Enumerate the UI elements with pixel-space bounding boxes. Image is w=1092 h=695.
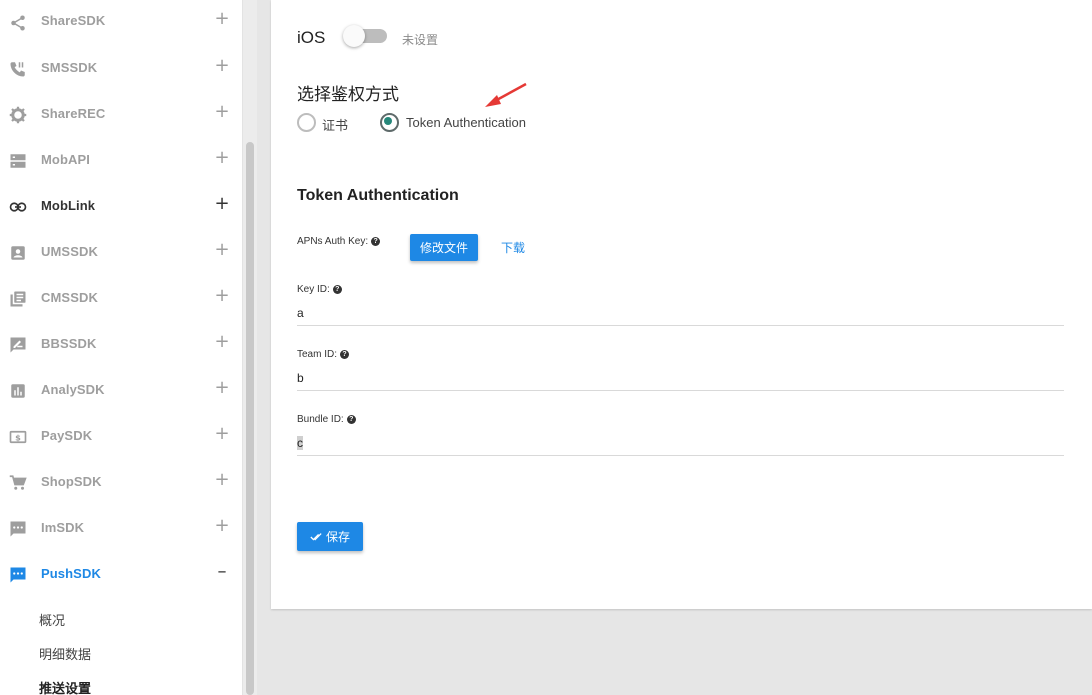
key-id-underline <box>297 325 1064 326</box>
sidebar-subitem-push-settings[interactable]: 推送设置 <box>39 678 91 695</box>
sidebar-item-label: ShareSDK <box>41 13 106 28</box>
server-icon <box>8 151 28 171</box>
sidebar-item-paysdk[interactable]: $ PaySDK + <box>0 414 242 460</box>
sidebar-item-label: ShareREC <box>41 106 106 121</box>
forum-edit-icon <box>8 335 28 355</box>
team-id-input[interactable]: b <box>297 371 304 385</box>
save-button-label: 保存 <box>325 530 350 544</box>
radio-certificate[interactable] <box>297 113 316 132</box>
expand-icon[interactable]: + <box>214 471 230 489</box>
save-button[interactable]: 保存 <box>297 522 363 551</box>
share-icon <box>8 13 28 33</box>
help-icon[interactable]: ? <box>332 285 342 294</box>
bar-chart-icon <box>8 381 28 401</box>
team-id-underline <box>297 390 1064 391</box>
sidebar-item-label: PaySDK <box>41 428 93 443</box>
sidebar-subitem-detail-data[interactable]: 明细数据 <box>39 644 91 663</box>
expand-icon[interactable]: + <box>214 517 230 535</box>
sidebar-scrollbar-thumb[interactable] <box>246 142 254 695</box>
help-icon[interactable]: ? <box>346 415 356 424</box>
expand-icon[interactable]: + <box>214 379 230 397</box>
expand-icon[interactable]: + <box>214 103 230 121</box>
sidebar-item-bbssdk[interactable]: BBSSDK + <box>0 322 242 368</box>
svg-text:$: $ <box>15 432 21 442</box>
help-icon[interactable]: ? <box>340 350 350 359</box>
help-icon[interactable]: ? <box>371 237 381 246</box>
apns-auth-key-label: APNs Auth Key: ? <box>297 236 381 247</box>
key-id-input[interactable]: a <box>297 306 304 320</box>
sidebar-item-sharesdk[interactable]: ShareSDK + <box>0 0 242 46</box>
push-settings-card: iOS 未设置 选择鉴权方式 证书 Token Authentication T… <box>271 0 1092 609</box>
phone-icon <box>8 59 28 79</box>
expand-icon[interactable]: + <box>214 241 230 259</box>
token-section-title: Token Authentication <box>297 187 459 204</box>
expand-icon[interactable]: + <box>214 10 230 28</box>
radio-token-auth[interactable] <box>380 113 399 132</box>
sidebar-item-label: MobLink <box>41 198 96 213</box>
expand-icon[interactable]: + <box>214 57 230 75</box>
bundle-id-input[interactable]: c <box>297 436 303 450</box>
bundle-id-label: Bundle ID: ? <box>297 414 356 425</box>
modify-file-button[interactable]: 修改文件 <box>410 234 478 261</box>
sidebar-item-label: MobAPI <box>41 152 90 167</box>
library-books-icon <box>8 289 28 309</box>
expand-icon[interactable]: + <box>214 287 230 305</box>
apns-auth-key-label-text: APNs Auth Key: <box>297 236 369 247</box>
expand-icon[interactable]: + <box>214 333 230 351</box>
money-icon: $ <box>8 427 28 447</box>
radio-token-auth-label[interactable]: Token Authentication <box>406 115 526 130</box>
expand-icon[interactable]: + <box>214 195 230 213</box>
sidebar-item-label: BBSSDK <box>41 336 97 351</box>
collapse-icon[interactable]: – <box>214 563 230 581</box>
ios-toggle-knob[interactable] <box>343 25 365 47</box>
red-arrow-annotation <box>485 82 527 107</box>
chat-icon <box>8 565 28 585</box>
radio-certificate-label[interactable]: 证书 <box>322 115 348 134</box>
sidebar-item-label: PushSDK <box>41 566 101 581</box>
team-id-label: Team ID: ? <box>297 349 350 360</box>
chat-icon <box>8 519 28 539</box>
sidebar-item-cmssdk[interactable]: CMSSDK + <box>0 276 242 322</box>
account-box-icon <box>8 243 28 263</box>
sidebar-item-label: CMSSDK <box>41 290 98 305</box>
sidebar-item-shopsdk[interactable]: ShopSDK + <box>0 460 242 506</box>
sidebar-item-umssdk[interactable]: UMSSDK + <box>0 230 242 276</box>
key-id-label-text: Key ID: <box>297 284 330 295</box>
download-link[interactable]: 下载 <box>501 239 525 256</box>
sidebar-item-analysdk[interactable]: AnalySDK + <box>0 368 242 414</box>
shopping-cart-icon <box>8 473 28 493</box>
sidebar-item-smssdk[interactable]: SMSSDK + <box>0 46 242 92</box>
ios-toggle-status: 未设置 <box>402 33 439 47</box>
sidebar-item-label: UMSSDK <box>41 244 98 259</box>
ios-label: iOS <box>297 28 326 47</box>
double-check-icon <box>310 532 322 542</box>
expand-icon[interactable]: + <box>214 149 230 167</box>
gear-icon <box>8 105 28 125</box>
sidebar-item-imsdk[interactable]: ImSDK + <box>0 506 242 552</box>
bundle-id-underline <box>297 455 1064 456</box>
sidebar-item-label: ShopSDK <box>41 474 102 489</box>
sidebar-item-label: SMSSDK <box>41 60 98 75</box>
sidebar-item-label: AnalySDK <box>41 382 105 397</box>
link-icon <box>8 197 28 217</box>
sidebar-subitem-overview[interactable]: 概况 <box>39 610 65 629</box>
auth-method-title: 选择鉴权方式 <box>297 85 399 104</box>
key-id-label: Key ID: ? <box>297 284 342 295</box>
sidebar-item-pushsdk[interactable]: PushSDK – <box>0 552 242 598</box>
sidebar-item-mobapi[interactable]: MobAPI + <box>0 138 242 184</box>
sidebar-item-label: ImSDK <box>41 520 85 535</box>
team-id-label-text: Team ID: <box>297 349 338 360</box>
sidebar-item-sharerec[interactable]: ShareREC + <box>0 92 242 138</box>
sidebar-item-moblink[interactable]: MobLink + <box>0 184 242 230</box>
expand-icon[interactable]: + <box>214 425 230 443</box>
sidebar: ShareSDK + SMSSDK + ShareREC + MobAPI + … <box>0 0 243 695</box>
bundle-id-label-text: Bundle ID: <box>297 414 344 425</box>
